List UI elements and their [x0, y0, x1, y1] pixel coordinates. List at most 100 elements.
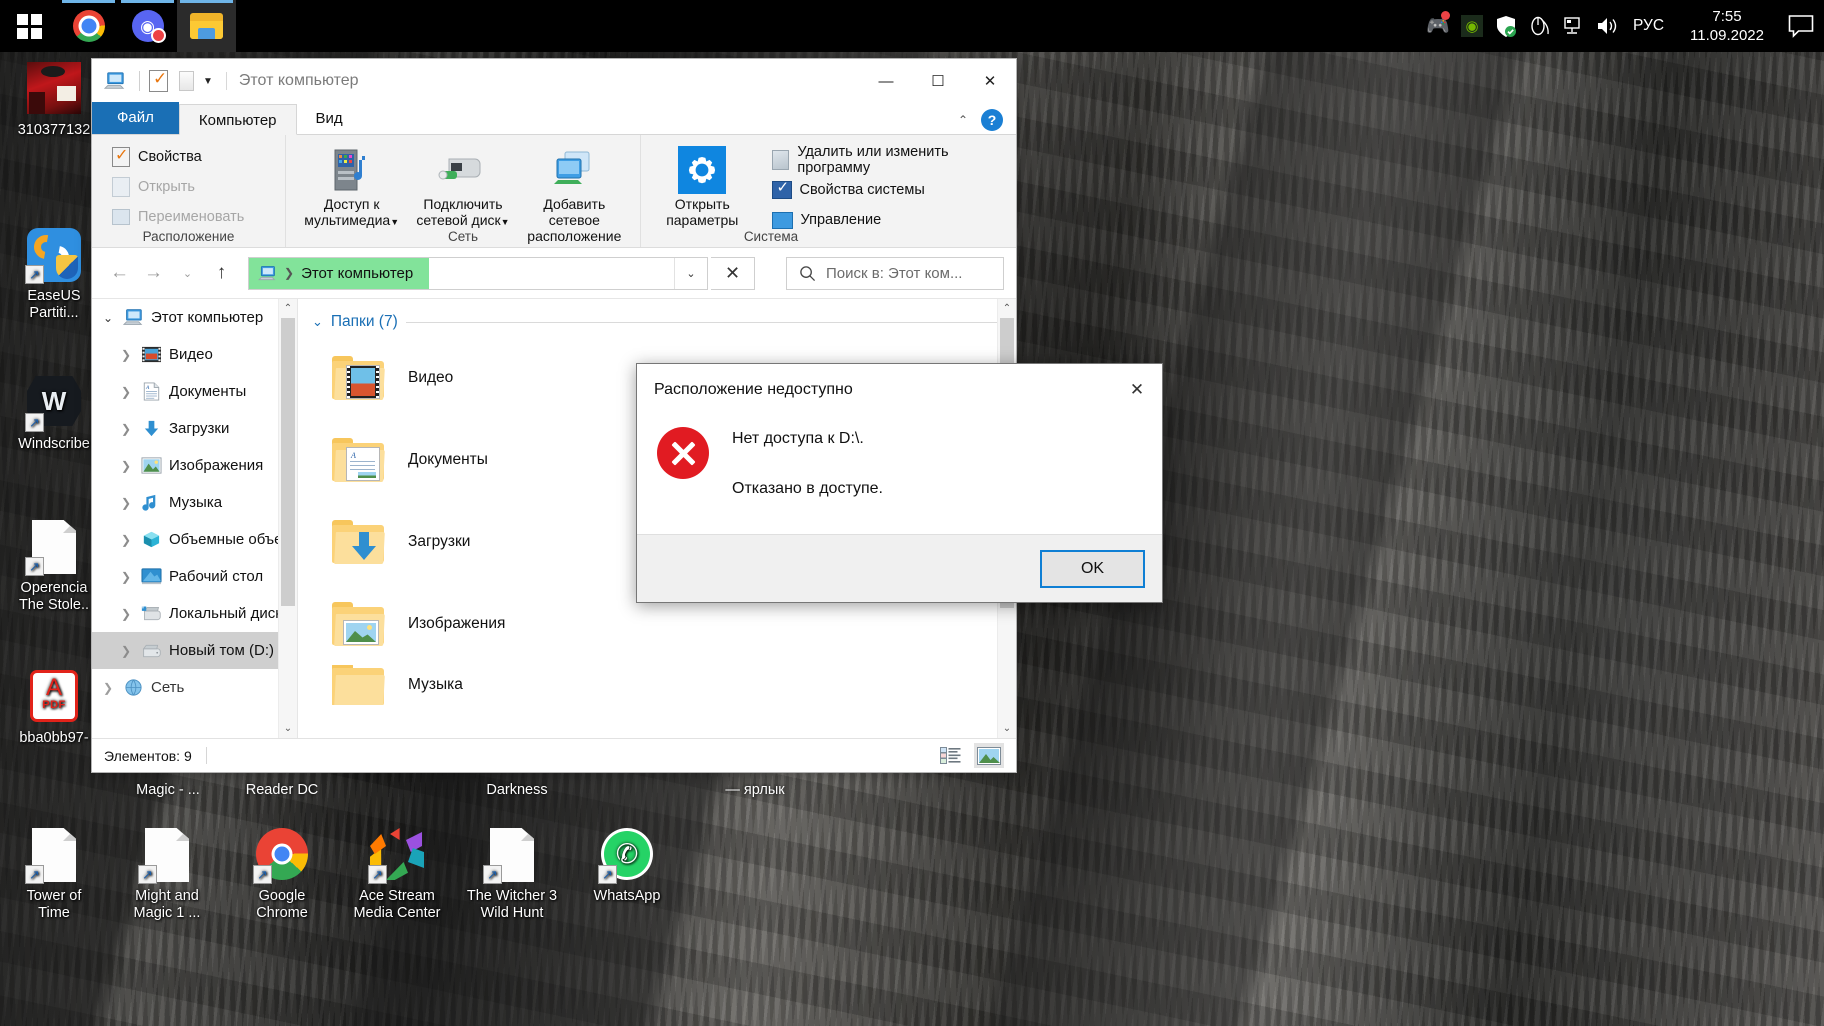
view-large-icons-button[interactable]: [974, 743, 1004, 768]
taskbar-item-google-chrome[interactable]: [59, 0, 118, 52]
desktop-icon-might-and-magic[interactable]: ↗ Might and Magic 1 ...: [117, 828, 217, 922]
chevron-right-icon[interactable]: ❯: [118, 607, 134, 621]
chevron-right-icon[interactable]: ❯: [118, 570, 134, 584]
ribbon-group-system: Открыть параметры Удалить или изменить п…: [640, 135, 1016, 247]
dialog-close-button[interactable]: ✕: [1112, 367, 1162, 413]
scroll-up-arrow-icon[interactable]: ⌃: [998, 299, 1016, 318]
desktop-icon-tower-of-time[interactable]: ↗ Tower of Time: [4, 828, 104, 922]
dialog-title-bar[interactable]: Расположение недоступно ✕: [637, 364, 1162, 416]
desktop-icon-whatsapp[interactable]: ✆ ↗ WhatsApp: [577, 828, 677, 905]
chevron-right-icon[interactable]: ❯: [118, 533, 134, 547]
desktop-icon-easeus-partition[interactable]: ↗ EaseUS Partiti...: [4, 228, 104, 322]
maximize-button[interactable]: ☐: [912, 59, 964, 103]
language-indicator[interactable]: РУС: [1625, 17, 1676, 35]
desktop-icon-310377132[interactable]: 310377132: [4, 62, 104, 139]
local-disk-icon: [141, 604, 162, 623]
window-controls: — ☐ ✕: [860, 59, 1016, 103]
desktop-icon-google-chrome[interactable]: ↗ Google Chrome: [232, 828, 332, 922]
image-thumbnail-icon: [27, 62, 81, 116]
windows-logo-icon: [17, 14, 42, 39]
action-center-button[interactable]: [1778, 0, 1824, 52]
chevron-right-icon[interactable]: ❯: [118, 496, 134, 510]
recent-locations-button[interactable]: ⌄: [172, 258, 203, 289]
desktop-icon-pdf-file[interactable]: A PDF bba0bb97-: [4, 670, 104, 747]
network-icon[interactable]: [1557, 0, 1591, 52]
mouse-tray-icon[interactable]: [1523, 0, 1557, 52]
properties-icon: ✓: [112, 147, 130, 167]
scrollbar-thumb[interactable]: [281, 318, 295, 606]
ribbon-command-label: Подключить сетевой диск: [416, 196, 502, 228]
forward-button[interactable]: →: [138, 258, 169, 289]
chevron-up-icon[interactable]: ⌃: [958, 113, 968, 127]
file-item-label: Документы: [408, 451, 488, 469]
ribbon-command-uninstall-program[interactable]: Удалить или изменить программу: [764, 145, 1006, 175]
volume-icon[interactable]: [1591, 0, 1625, 52]
minimize-button[interactable]: —: [860, 59, 912, 103]
chevron-down-icon[interactable]: ⌄: [100, 311, 116, 325]
tree-item-new-volume-d[interactable]: ❯ Новый том (D:): [92, 632, 297, 669]
windows-security-icon[interactable]: [1489, 0, 1523, 52]
scroll-up-arrow-icon[interactable]: ⌃: [279, 299, 297, 318]
tab-computer[interactable]: Компьютер: [179, 104, 297, 135]
chevron-down-icon[interactable]: ▼: [501, 217, 510, 227]
ribbon-command-open-settings[interactable]: Открыть параметры: [651, 142, 754, 235]
tree-item-downloads[interactable]: ❯ Загрузки: [92, 410, 297, 447]
discord-tray-icon[interactable]: 🎮: [1421, 0, 1455, 52]
address-dropdown-button[interactable]: ⌄: [674, 258, 707, 289]
ribbon-command-properties[interactable]: ✓ Свойства: [104, 142, 275, 172]
scroll-down-arrow-icon[interactable]: ⌄: [998, 719, 1016, 738]
view-details-button[interactable]: [936, 743, 966, 768]
start-button[interactable]: [0, 0, 59, 52]
tree-item-local-disk[interactable]: ❯ Локальный диск: [92, 595, 297, 632]
taskbar-item-file-explorer[interactable]: [177, 0, 236, 52]
documents-folder-icon: A: [332, 436, 388, 484]
group-header-folders[interactable]: ⌄ Папки (7): [298, 299, 1016, 337]
tab-view[interactable]: Вид: [297, 103, 362, 134]
desktop-icon-windscribe[interactable]: W ↗ Windscribe: [4, 376, 104, 453]
chevron-down-icon[interactable]: ▼: [390, 217, 399, 227]
downloads-icon: [141, 419, 162, 438]
chevron-down-icon[interactable]: ▼: [203, 76, 213, 87]
desktop-icon-label: EaseUS Partiti...: [4, 288, 104, 322]
explorer-title-bar[interactable]: ▼ Этот компьютер — ☐ ✕: [92, 59, 1016, 103]
tree-item-videos[interactable]: ❯ Видео: [92, 336, 297, 373]
taskbar-item-discord[interactable]: ◉: [118, 0, 177, 52]
tree-item-3d-objects[interactable]: ❯ Объемные объе: [92, 521, 297, 558]
search-box[interactable]: Поиск в: Этот ком...: [786, 257, 1004, 290]
desktop-icon-operencia[interactable]: ↗ Operencia The Stole..: [4, 520, 104, 614]
back-button[interactable]: ←: [104, 258, 135, 289]
chevron-right-icon[interactable]: ❯: [118, 459, 134, 473]
up-button[interactable]: ↑: [206, 258, 237, 289]
chevron-down-icon[interactable]: ⌄: [312, 314, 323, 330]
stop-refresh-button[interactable]: ✕: [711, 257, 755, 290]
chevron-right-icon[interactable]: ❯: [100, 681, 116, 695]
media-server-icon: [296, 144, 407, 196]
tree-item-label: Новый том (D:): [169, 642, 274, 659]
clock[interactable]: 7:55 11.09.2022: [1676, 7, 1778, 45]
new-folder-quick-icon[interactable]: [179, 71, 194, 91]
chevron-right-icon[interactable]: ❯: [118, 644, 134, 658]
chevron-right-icon[interactable]: ❯: [118, 348, 134, 362]
breadcrumb-current[interactable]: Этот компьютер: [301, 265, 413, 282]
properties-quick-icon[interactable]: [149, 70, 168, 92]
nvidia-tray-icon[interactable]: ◉: [1455, 0, 1489, 52]
ok-button[interactable]: OK: [1040, 550, 1145, 588]
address-bar[interactable]: ❯ Этот компьютер ⌄: [248, 257, 708, 290]
desktop-icon-witcher-3[interactable]: ↗ The Witcher 3 Wild Hunt: [462, 828, 562, 922]
ribbon-command-system-properties[interactable]: ✓ Свойства системы: [764, 175, 1006, 205]
navigation-pane-scrollbar[interactable]: ⌃ ⌄: [278, 299, 297, 738]
tab-file[interactable]: Файл: [92, 102, 179, 134]
close-button[interactable]: ✕: [964, 59, 1016, 103]
tree-item-pictures[interactable]: ❯ Изображения: [92, 447, 297, 484]
chevron-right-icon[interactable]: ❯: [118, 422, 134, 436]
tree-item-desktop[interactable]: ❯ Рабочий стол: [92, 558, 297, 595]
desktop-icon-ace-stream[interactable]: ↗ Ace Stream Media Center: [347, 828, 447, 922]
tree-item-this-pc[interactable]: ⌄ Этот компьютер: [92, 299, 297, 336]
chevron-right-icon[interactable]: ❯: [118, 385, 134, 399]
tree-item-documents[interactable]: ❯ A Документы: [92, 373, 297, 410]
help-icon[interactable]: ?: [981, 109, 1003, 131]
file-list-item[interactable]: Музыка: [298, 665, 1016, 705]
tree-item-music[interactable]: ❯ Музыка: [92, 484, 297, 521]
scroll-down-arrow-icon[interactable]: ⌄: [279, 719, 297, 738]
tree-item-network[interactable]: ❯ Сеть: [92, 669, 297, 706]
